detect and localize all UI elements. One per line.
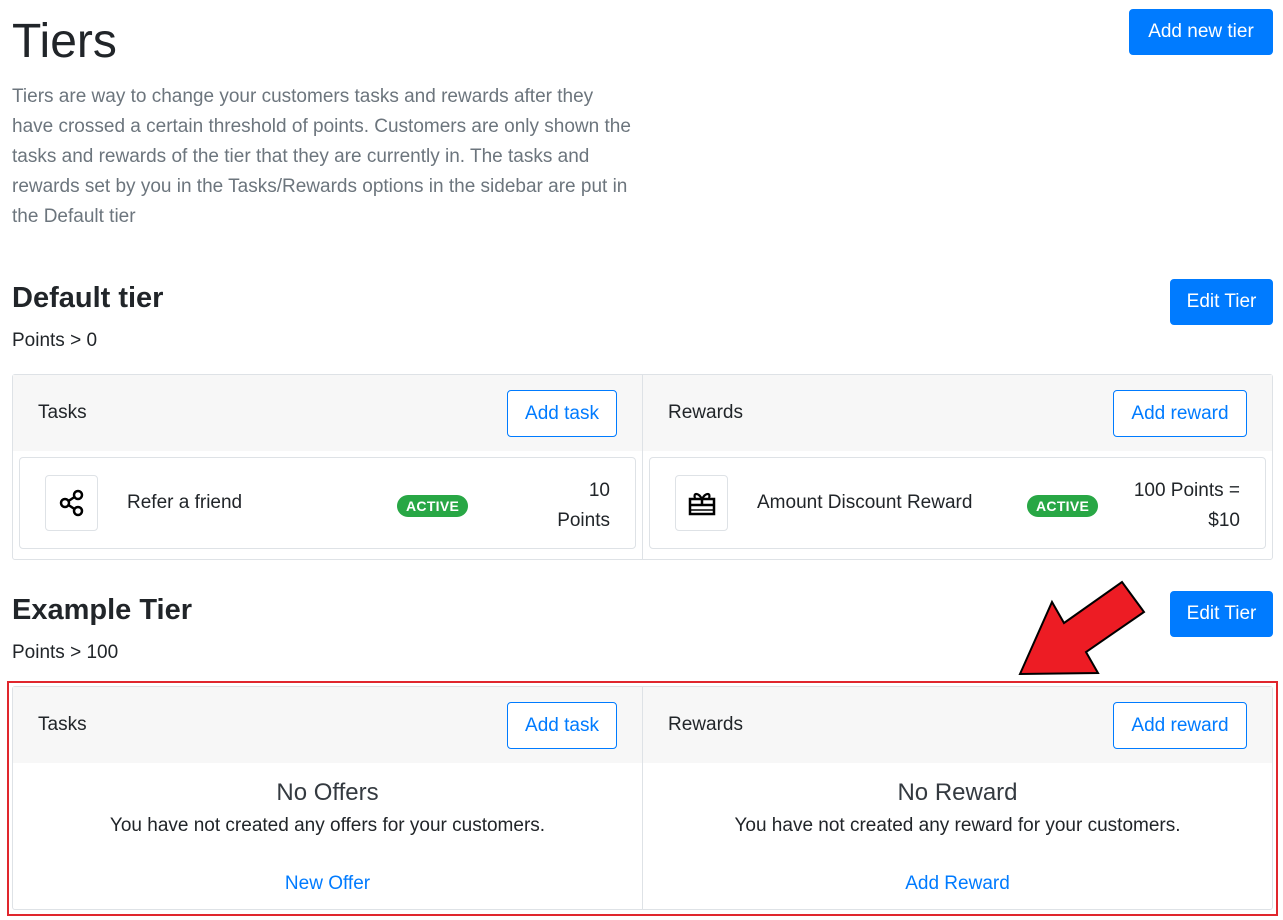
tier-panel: Tasks Add task Refer a friend ACTIVE 10 … <box>12 374 1273 560</box>
rewards-heading: Rewards <box>668 402 743 423</box>
tasks-heading: Tasks <box>38 402 87 423</box>
task-name: Refer a friend <box>127 492 243 513</box>
rewards-column: Rewards Add reward Amount Discount Rewar… <box>643 375 1272 559</box>
status-badge: ACTIVE <box>1027 495 1099 517</box>
tier-name: Example Tier <box>12 594 193 626</box>
edit-tier-button[interactable]: Edit Tier <box>1170 591 1273 637</box>
tasks-column: Tasks Add task Refer a friend ACTIVE 10 … <box>13 375 643 559</box>
page-description: Tiers are way to change your customers t… <box>12 86 631 227</box>
page-title: Tiers <box>12 15 117 68</box>
tier-name: Default tier <box>12 282 164 314</box>
share-icon <box>45 475 98 531</box>
tier-points: Points > 100 <box>12 642 119 663</box>
reward-card[interactable]: Amount Discount Reward ACTIVE 100 Points… <box>649 457 1266 549</box>
annotation-arrow-icon <box>1018 580 1146 676</box>
reward-points: 100 Points = $10 <box>1133 480 1240 531</box>
edit-tier-button[interactable]: Edit Tier <box>1170 279 1273 325</box>
reward-name: Amount Discount Reward <box>757 492 973 513</box>
add-task-button[interactable]: Add task <box>507 390 617 437</box>
add-new-tier-button[interactable]: Add new tier <box>1129 9 1273 55</box>
rewards-header: Rewards Add reward <box>643 375 1272 451</box>
gift-icon <box>675 475 728 531</box>
status-badge: ACTIVE <box>397 495 469 517</box>
add-reward-button[interactable]: Add reward <box>1113 390 1247 437</box>
tasks-header: Tasks Add task <box>13 375 642 451</box>
annotation-highlight-box <box>7 681 1278 916</box>
task-points: 10 Points <box>557 480 610 531</box>
task-card[interactable]: Refer a friend ACTIVE 10 Points <box>19 457 636 549</box>
tier-points: Points > 0 <box>12 330 98 351</box>
